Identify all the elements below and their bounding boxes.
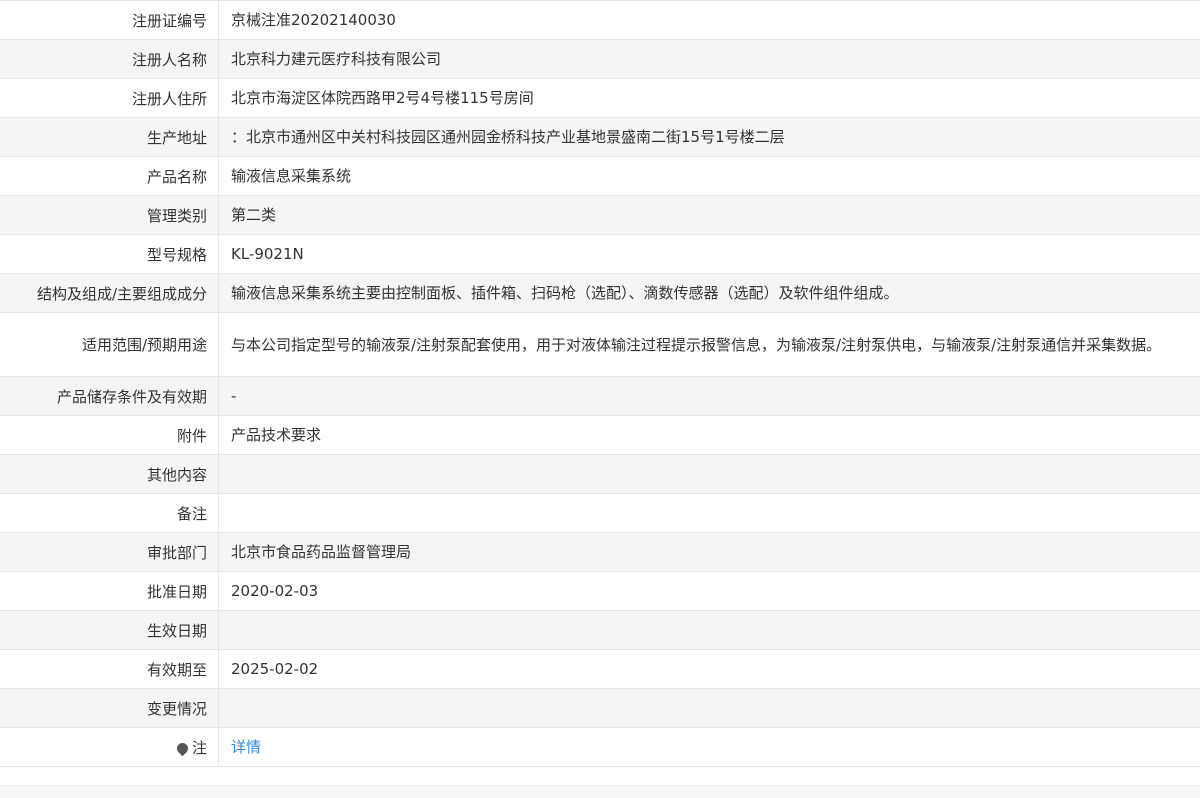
label-storage-validity: 产品储存条件及有效期 bbox=[0, 377, 219, 415]
row-production-address: 生产地址 ：北京市通州区中关村科技园区通州园金桥科技产业基地景盛南二街15号1号… bbox=[0, 118, 1200, 157]
value-other-content bbox=[219, 455, 1200, 493]
label-note: 注 bbox=[0, 728, 219, 766]
row-registration-number: 注册证编号 京械注准20202140030 bbox=[0, 1, 1200, 40]
value-change-status bbox=[219, 689, 1200, 727]
value-structure-composition: 输液信息采集系统主要由控制面板、插件箱、扫码枪（选配）、滴数传感器（选配）及软件… bbox=[231, 284, 899, 302]
label-registrant-address: 注册人住所 bbox=[0, 79, 219, 117]
label-structure-composition: 结构及组成/主要组成成分 bbox=[0, 274, 219, 312]
label-management-category: 管理类别 bbox=[0, 196, 219, 234]
row-other-content: 其他内容 bbox=[0, 455, 1200, 494]
row-intended-use: 适用范围/预期用途 与本公司指定型号的输液泵/注射泵配套使用，用于对液体输注过程… bbox=[0, 313, 1200, 377]
value-note: 详情 bbox=[219, 728, 1200, 766]
label-other-content: 其他内容 bbox=[0, 455, 219, 493]
value-approval-date: 2020-02-03 bbox=[231, 582, 319, 600]
row-structure-composition: 结构及组成/主要组成成分 输液信息采集系统主要由控制面板、插件箱、扫码枪（选配）… bbox=[0, 274, 1200, 313]
pin-icon bbox=[174, 740, 191, 756]
value-storage-validity: - bbox=[231, 387, 237, 405]
row-approval-department: 审批部门 北京市食品药品监督管理局 bbox=[0, 533, 1200, 572]
row-attachment: 附件 产品技术要求 bbox=[0, 416, 1200, 455]
value-product-name: 输液信息采集系统 bbox=[231, 167, 352, 185]
row-remarks: 备注 bbox=[0, 494, 1200, 533]
label-change-status: 变更情况 bbox=[0, 689, 219, 727]
row-effective-date: 生效日期 bbox=[0, 611, 1200, 650]
row-product-name: 产品名称 输液信息采集系统 bbox=[0, 157, 1200, 196]
label-registration-number: 注册证编号 bbox=[0, 1, 219, 39]
value-effective-date bbox=[219, 611, 1200, 649]
label-model-spec: 型号规格 bbox=[0, 235, 219, 273]
value-approval-department: 北京市食品药品监督管理局 bbox=[231, 543, 412, 561]
value-registrant-address: 北京市海淀区体院西路甲2号4号楼115号房间 bbox=[231, 89, 534, 107]
value-registrant-name: 北京科力建元医疗科技有限公司 bbox=[231, 50, 442, 68]
label-registrant-name: 注册人名称 bbox=[0, 40, 219, 78]
details-link[interactable]: 详情 bbox=[231, 734, 261, 760]
label-note-text: 注 bbox=[191, 738, 207, 757]
value-attachment: 产品技术要求 bbox=[231, 426, 322, 444]
label-remarks: 备注 bbox=[0, 494, 219, 532]
value-management-category: 第二类 bbox=[231, 206, 277, 224]
label-attachment: 附件 bbox=[0, 416, 219, 454]
value-model-spec: KL-9021N bbox=[231, 245, 304, 263]
row-management-category: 管理类别 第二类 bbox=[0, 196, 1200, 235]
footer-divider bbox=[0, 785, 1200, 798]
value-intended-use: 与本公司指定型号的输液泵/注射泵配套使用，用于对液体输注过程提示报警信息，为输液… bbox=[231, 335, 1162, 354]
label-product-name: 产品名称 bbox=[0, 157, 219, 195]
registration-detail-table: 注册证编号 京械注准20202140030 注册人名称 北京科力建元医疗科技有限… bbox=[0, 0, 1200, 767]
label-approval-date: 批准日期 bbox=[0, 572, 219, 610]
value-remarks bbox=[219, 494, 1200, 532]
value-valid-until: 2025-02-02 bbox=[231, 660, 319, 678]
label-approval-department: 审批部门 bbox=[0, 533, 219, 571]
label-valid-until: 有效期至 bbox=[0, 650, 219, 688]
row-storage-validity: 产品储存条件及有效期 - bbox=[0, 377, 1200, 416]
label-effective-date: 生效日期 bbox=[0, 611, 219, 649]
value-production-address: ：北京市通州区中关村科技园区通州园金桥科技产业基地景盛南二街15号1号楼二层 bbox=[231, 128, 785, 146]
row-note: 注 详情 bbox=[0, 728, 1200, 767]
row-model-spec: 型号规格 KL-9021N bbox=[0, 235, 1200, 274]
row-approval-date: 批准日期 2020-02-03 bbox=[0, 572, 1200, 611]
label-production-address: 生产地址 bbox=[0, 118, 219, 156]
row-registrant-address: 注册人住所 北京市海淀区体院西路甲2号4号楼115号房间 bbox=[0, 79, 1200, 118]
row-change-status: 变更情况 bbox=[0, 689, 1200, 728]
label-intended-use: 适用范围/预期用途 bbox=[0, 313, 219, 376]
row-registrant-name: 注册人名称 北京科力建元医疗科技有限公司 bbox=[0, 40, 1200, 79]
row-valid-until: 有效期至 2025-02-02 bbox=[0, 650, 1200, 689]
value-registration-number: 京械注准20202140030 bbox=[231, 11, 396, 29]
